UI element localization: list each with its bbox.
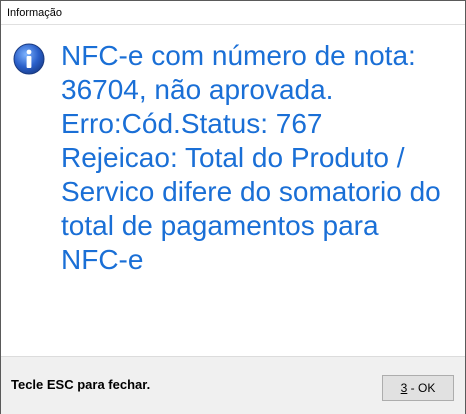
ok-button-hotkey: 3 bbox=[400, 381, 408, 395]
error-message: NFC-e com número de nota: 36704, não apr… bbox=[61, 40, 441, 275]
ok-button[interactable]: 3 - OK bbox=[382, 375, 454, 401]
title-bar: Informação bbox=[1, 1, 465, 25]
dialog-window: Informação NFC-e com número de nota: 367… bbox=[0, 0, 466, 414]
ok-button-label: - OK bbox=[407, 381, 436, 395]
close-hint: Tecle ESC para fechar. bbox=[11, 377, 151, 392]
dialog-content: NFC-e com número de nota: 36704, não apr… bbox=[1, 25, 465, 356]
dialog-footer: Tecle ESC para fechar. 3 - OK bbox=[1, 356, 465, 414]
window-title: Informação bbox=[7, 7, 63, 19]
information-icon bbox=[13, 43, 45, 75]
